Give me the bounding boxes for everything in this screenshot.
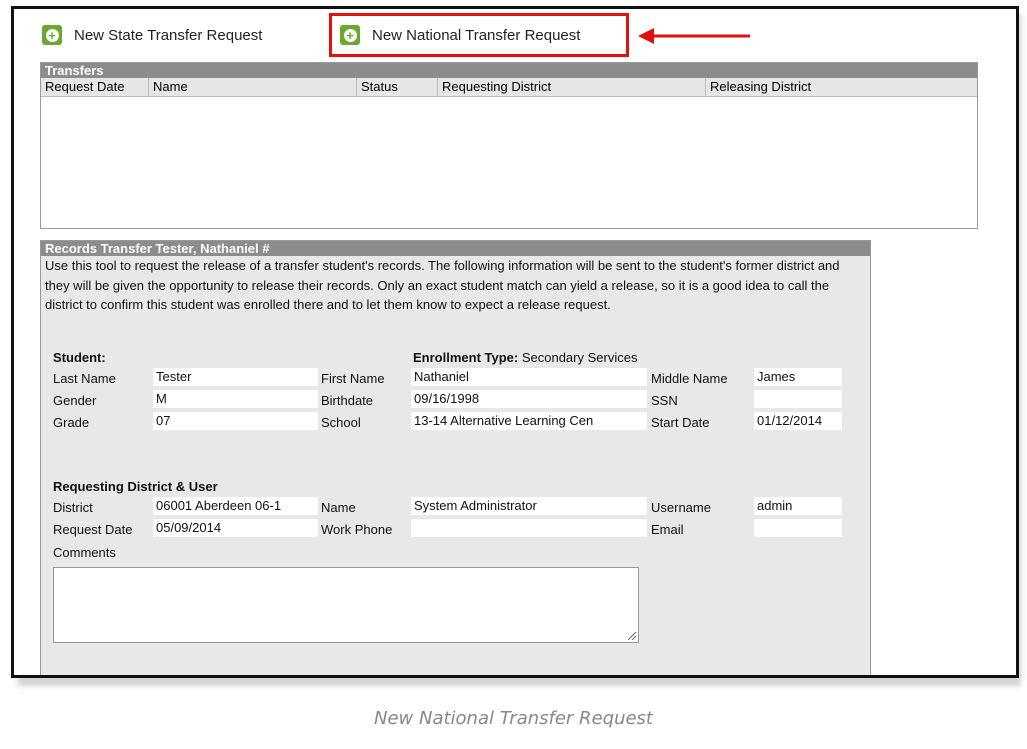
figure-caption: New National Transfer Request: [374, 708, 653, 729]
work-phone-label: Work Phone: [321, 522, 393, 537]
middle-name-field[interactable]: James: [754, 368, 842, 386]
username-label: Username: [651, 500, 711, 515]
column-requesting-district[interactable]: Requesting District: [438, 78, 706, 96]
transfers-panel: Transfers Request Date Name Status Reque…: [40, 62, 978, 229]
comments-textarea[interactable]: [53, 567, 639, 643]
resize-grip-icon[interactable]: [628, 632, 636, 640]
column-releasing-district[interactable]: Releasing District: [706, 78, 977, 96]
grade-field[interactable]: 07: [153, 412, 318, 430]
ssn-field[interactable]: [754, 390, 842, 408]
records-title: Records Transfer Tester, Nathaniel #: [41, 241, 870, 256]
request-date-label: Request Date: [53, 522, 133, 537]
column-status[interactable]: Status: [357, 78, 438, 96]
district-field[interactable]: 06001 Aberdeen 06-1: [153, 497, 318, 515]
transfers-title: Transfers: [41, 63, 977, 78]
column-name[interactable]: Name: [149, 78, 357, 96]
email-field[interactable]: [754, 519, 842, 537]
requester-name-field[interactable]: System Administrator: [411, 497, 647, 515]
start-date-label: Start Date: [651, 415, 710, 430]
new-national-transfer-label: New National Transfer Request: [372, 26, 581, 44]
gender-field[interactable]: M: [153, 390, 318, 408]
first-name-field[interactable]: Nathaniel: [411, 368, 647, 386]
arrow-left-icon: [638, 28, 750, 44]
username-field[interactable]: admin: [754, 497, 842, 515]
screenshot-frame: + New State Transfer Request + New Natio…: [11, 6, 1019, 678]
last-name-field[interactable]: Tester: [153, 368, 318, 386]
gender-label: Gender: [53, 393, 97, 408]
email-label: Email: [651, 522, 684, 537]
grade-label: Grade: [53, 415, 90, 430]
birthdate-label: Birthdate: [321, 393, 374, 408]
name-label: Name: [321, 500, 356, 515]
enrollment-type-label: Enrollment Type:: [413, 350, 519, 365]
new-state-transfer-button[interactable]: + New State Transfer Request: [42, 20, 262, 50]
last-name-label: Last Name: [53, 371, 116, 386]
school-field[interactable]: 13-14 Alternative Learning Cen: [411, 412, 647, 430]
add-icon: +: [340, 25, 360, 45]
transfers-column-headers: Request Date Name Status Requesting Dist…: [41, 78, 977, 97]
new-state-transfer-label: New State Transfer Request: [74, 26, 263, 44]
enrollment-type-value: Secondary Services: [521, 350, 638, 365]
student-heading: Student:: [53, 350, 106, 365]
comments-text: [54, 568, 638, 574]
ssn-label: SSN: [651, 393, 678, 408]
school-label: School: [321, 415, 361, 430]
request-date-field[interactable]: 05/09/2014: [153, 519, 318, 537]
add-icon: +: [42, 25, 62, 45]
work-phone-field[interactable]: [411, 519, 647, 537]
intro-text: Use this tool to request the release of …: [45, 258, 840, 312]
start-date-field[interactable]: 01/12/2014: [754, 412, 842, 430]
requesting-heading: Requesting District & User: [53, 479, 218, 494]
district-label: District: [53, 500, 93, 515]
first-name-label: First Name: [321, 371, 385, 386]
birthdate-field[interactable]: 09/16/1998: [411, 390, 647, 408]
middle-name-label: Middle Name: [651, 371, 728, 386]
new-national-transfer-button[interactable]: + New National Transfer Request: [340, 20, 580, 50]
column-request-date[interactable]: Request Date: [41, 78, 149, 96]
enrollment-type: Enrollment Type: Secondary Services: [413, 350, 637, 365]
records-panel: Records Transfer Tester, Nathaniel # Use…: [40, 240, 871, 675]
comments-label: Comments: [53, 545, 116, 560]
